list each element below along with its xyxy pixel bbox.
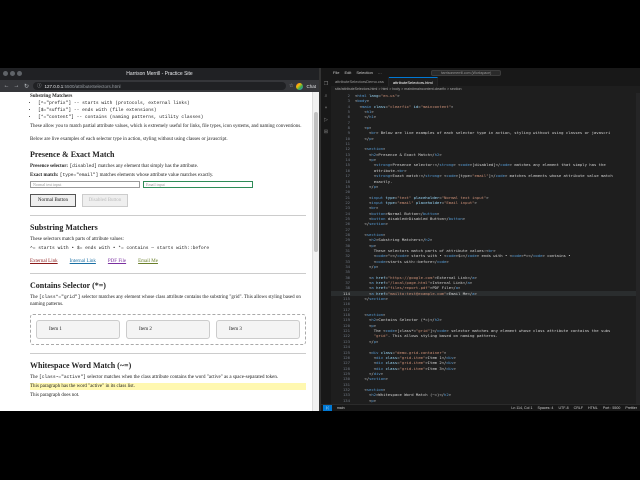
divider [30,272,306,274]
profile-avatar[interactable] [296,82,304,90]
forward-icon[interactable]: → [13,83,20,89]
desktop-screen: Harrison Merrill - Practice Site ← → ↻ ⓘ… [0,68,640,411]
branch-indicator[interactable]: main [337,406,345,410]
menu-selection[interactable]: Selection [356,70,372,75]
chat-button[interactable]: Chat [306,84,316,89]
code-editor-window: File Edit Selection … harrisonmerrill.co… [321,68,640,411]
code-text: </p> [355,183,379,189]
reload-icon[interactable]: ↻ [23,83,30,90]
normal-text-input[interactable]: Normal text input [30,181,140,188]
code-text: <strong>Exact match:</strong> <code>[typ… [355,173,613,179]
code-text: </h1> [355,114,377,120]
intro-text: These allow you to match partial attribu… [30,124,302,129]
list-item: [^="prefix"] -- starts with (protocols, … [38,100,306,107]
substring-code: ^= starts with • $= ends with • *= conta… [30,245,210,251]
source-control-icon[interactable]: ⑂ [324,105,327,111]
scrollbar-thumb[interactable] [314,112,318,252]
line-ending[interactable]: CRLF [574,406,583,410]
cursor-position[interactable]: Ln 114, Col 1 [511,406,532,410]
code-text: </section> [355,296,388,302]
whitespace-text: The [class~="active"] selector matches w… [30,374,279,380]
extensions-icon[interactable]: ⊞ [324,129,328,135]
exact-line: Exact match: [type="email"] matches elem… [30,173,214,178]
star-icon[interactable]: ☆ [289,83,293,89]
matcher-list: [^="prefix"] -- starts with (protocols, … [38,100,306,121]
indent-setting[interactable]: Spaces: 4 [537,406,553,410]
search-icon[interactable]: ⌕ [325,93,328,99]
run-debug-icon[interactable]: ▷ [324,117,328,123]
email-input[interactable]: Email input [143,181,253,188]
examples-intro: Below are live examples of each selector… [30,137,228,142]
url-host: 127.0.0.1 [44,83,64,89]
inactive-paragraph: This paragraph does not. [30,392,80,398]
link-row: External Link Internal Link PDF File Ema… [30,258,306,265]
code-text: <br> Below are live examples of each sel… [355,130,611,136]
explorer-icon[interactable]: ❐ [324,81,328,87]
grid-item: Item 1 [36,319,120,339]
code-text: </section> [355,376,388,382]
contains-text: The [class*="grid"] selector matches any… [30,294,301,307]
section-heading-partial: Substring Matchers [30,94,73,99]
list-item: [$="suffix"] -- ends with (file extensio… [38,107,306,114]
pdf-link[interactable]: PDF File [108,258,126,265]
page-scrollbar[interactable] [312,92,319,411]
browser-window: Harrison Merrill - Practice Site ← → ↻ ⓘ… [0,68,319,411]
demo-grid-container: Item 1 Item 2 Item 3 [30,313,306,345]
external-link[interactable]: External Link [30,258,58,265]
grid-item: Item 2 [126,319,210,339]
page-content: Substring Matchers [^="prefix"] -- start… [0,92,312,411]
presence-line: Presence selector: [disabled] matches an… [30,164,199,169]
browser-toolbar: ← → ↻ ⓘ 127.0.0.1:5500/attributeSelector… [0,80,319,92]
breadcrumb[interactable]: site/attributeSelectors.html > html > bo… [331,86,640,93]
presence-heading: Presence & Exact Match [30,150,115,159]
activity-bar: ❐ ⌕ ⑂ ▷ ⊞ [321,77,331,404]
menu-more[interactable]: … [378,70,382,75]
status-bar: ⟩⟨ main Ln 114, Col 1 Spaces: 4 UTF-8 CR… [321,404,640,411]
site-info-icon[interactable]: ⓘ [37,83,42,89]
browser-window-title: Harrison Merrill - Practice Site [126,71,193,77]
editor-title-bar: File Edit Selection … harrisonmerrill.co… [321,68,640,77]
editor-tabs: attributeSelectorsDemo.css attributeSele… [331,77,640,86]
substring-heading: Substring Matchers [30,222,98,232]
prettier-status[interactable]: Prettier [625,406,637,410]
minimap[interactable] [636,93,640,404]
tab-css-file[interactable]: attributeSelectorsDemo.css [331,77,389,86]
code-area[interactable]: 2 <html lang="en-us"> 3 <body> 4 <main class… [331,93,640,411]
normal-button[interactable]: Normal Button [30,193,76,207]
contains-heading: Contains Selector (*=) [30,280,106,290]
browser-title-bar: Harrison Merrill - Practice Site [0,68,319,80]
list-item: [*="content"] -- contains (naming patter… [38,114,306,121]
whitespace-heading: Whitespace Word Match (~=) [30,360,132,370]
grid-item: Item 3 [216,319,300,339]
menu-edit[interactable]: Edit [344,70,351,75]
divider [30,352,306,354]
code-text: </p> [355,135,374,141]
encoding[interactable]: UTF-8 [558,406,568,410]
divider [30,214,306,216]
language-mode[interactable]: HTML [588,406,598,410]
email-link[interactable]: Email Me [138,258,158,265]
menu-file[interactable]: File [333,70,339,75]
code-line[interactable]: 9 <br> Below are live examples of each s… [331,130,640,135]
code-text: </p> [355,264,379,269]
tab-html-file[interactable]: attributeSelectors.html [388,77,438,86]
code-text: </p> [355,338,379,344]
live-server-port[interactable]: Port : 5500 [603,406,621,410]
back-icon[interactable]: ← [3,83,10,89]
internal-link[interactable]: Internal Link [70,258,96,265]
remote-indicator-icon[interactable]: ⟩⟨ [323,405,332,411]
address-bar[interactable]: ⓘ 127.0.0.1:5500/attributeSelectors.html [33,82,286,90]
active-paragraph: This paragraph has the word "active" in … [30,382,306,390]
command-center[interactable]: harrisonmerrill.com (Workspace) [431,69,501,76]
disabled-button: Disabled Button [82,193,128,207]
substring-text: These selectors match parts of attribute… [30,236,124,242]
url-path: :5500/attributeSelectors.html [63,83,121,89]
code-text: </section> [355,221,388,227]
